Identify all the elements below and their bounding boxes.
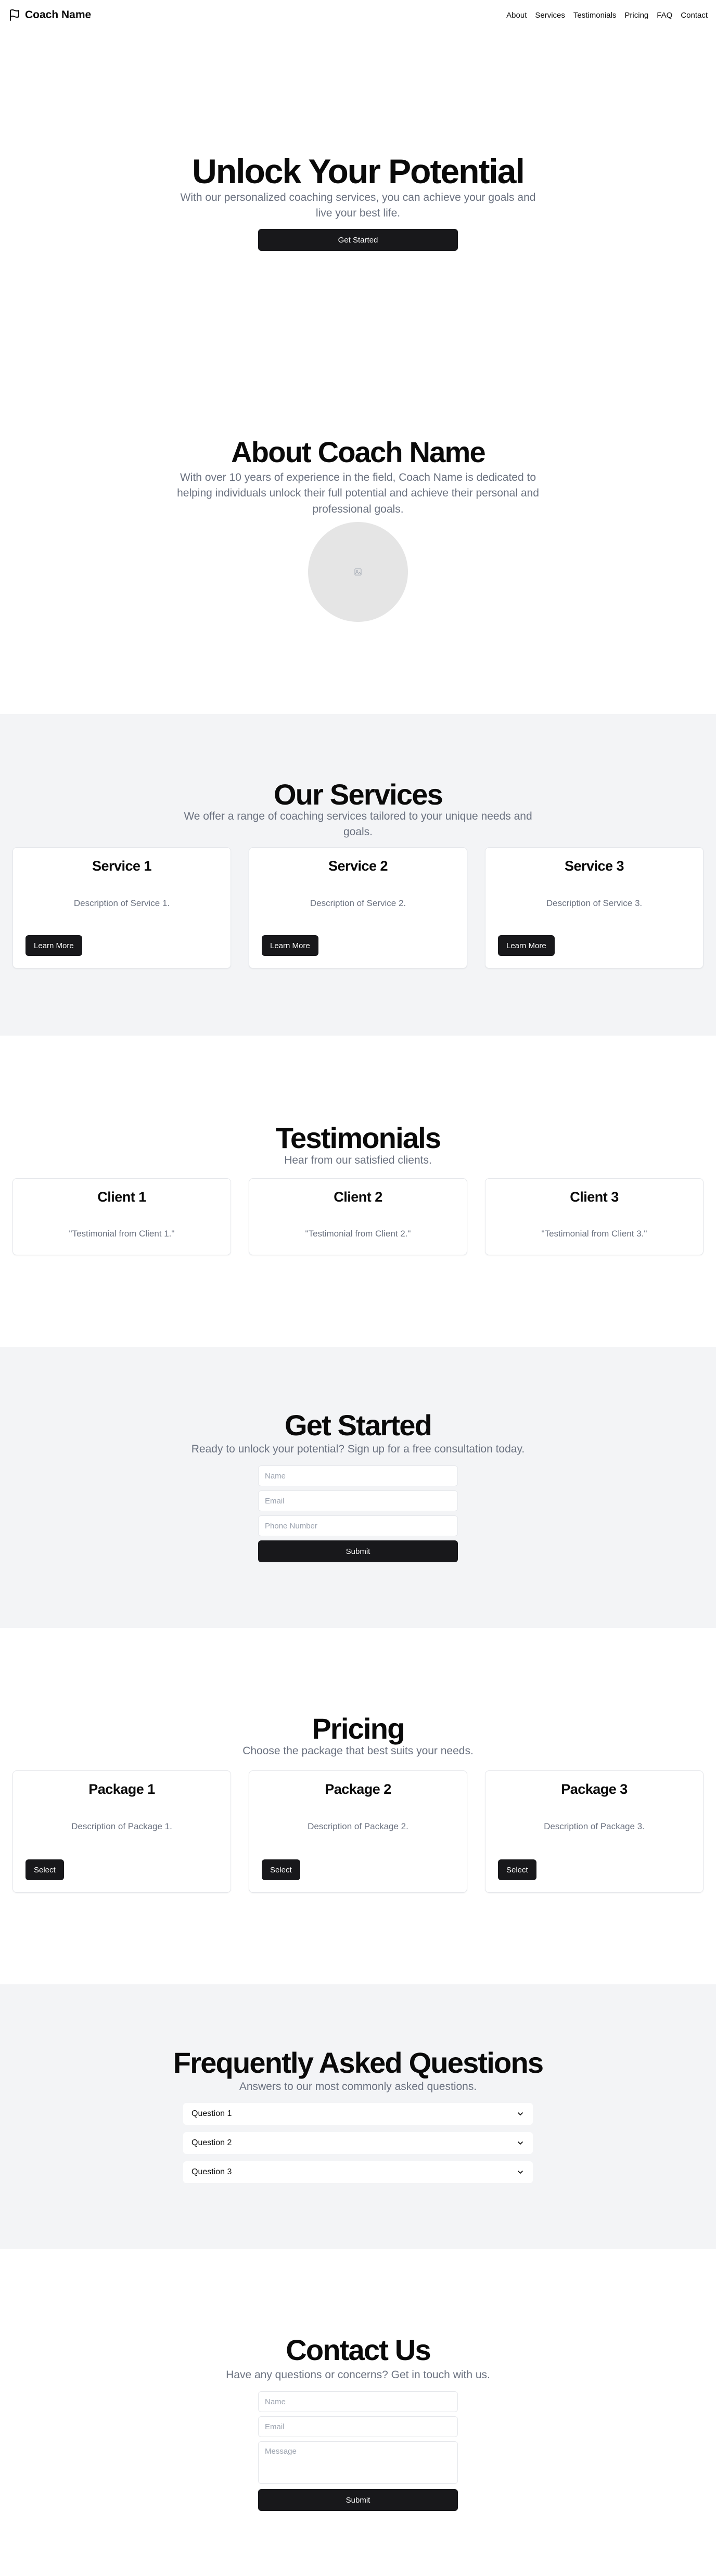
- pricing-card-title: Package 3: [561, 1781, 628, 1797]
- faq-item-3[interactable]: Question 3: [183, 2161, 533, 2183]
- hero-title: Unlock Your Potential: [192, 152, 525, 190]
- flag-icon: [10, 9, 19, 21]
- pricing-card-desc: Description of Package 1.: [71, 1821, 172, 1831]
- contact-title: Contact Us: [286, 2333, 431, 2366]
- faq-question: Question 1: [191, 2109, 232, 2118]
- services-subtitle: We offer a range of coaching services ta…: [184, 810, 532, 838]
- service-card: Service 1 Description of Service 1. Lear…: [12, 847, 231, 968]
- site-header: Coach Name About Services Testimonials P…: [0, 0, 716, 30]
- contact-submit-button[interactable]: Submit: [258, 2489, 458, 2511]
- faq-section: Frequently Asked Questions Answers to ou…: [0, 1984, 716, 2249]
- faq-question: Question 2: [191, 2138, 232, 2147]
- nav-services[interactable]: Services: [535, 11, 565, 20]
- faq-item-1[interactable]: Question 1: [183, 2103, 533, 2125]
- contact-section: Contact Us Have any questions or concern…: [0, 2249, 716, 2576]
- service-card-title: Service 1: [92, 858, 152, 874]
- select-button[interactable]: Select: [25, 1859, 64, 1880]
- faq-title: Frequently Asked Questions: [173, 2046, 544, 2079]
- testimonials-section: Testimonials Hear from our satisfied cli…: [0, 1036, 716, 1347]
- get-started-section: Get Started Ready to unlock your potenti…: [0, 1347, 716, 1628]
- submit-button[interactable]: Submit: [258, 1540, 458, 1562]
- select-button[interactable]: Select: [498, 1859, 536, 1880]
- about-title: About Coach Name: [231, 436, 486, 468]
- testimonial-quote: "Testimonial from Client 3.": [541, 1229, 647, 1239]
- testimonial-quote: "Testimonial from Client 2.": [305, 1229, 411, 1239]
- nav-testimonials[interactable]: Testimonials: [573, 11, 617, 20]
- get-started-title: Get Started: [284, 1409, 432, 1442]
- hero-section: Unlock Your Potential With our personali…: [0, 30, 716, 379]
- select-button[interactable]: Select: [262, 1859, 300, 1880]
- message-field[interactable]: [258, 2441, 458, 2484]
- get-started-button[interactable]: Get Started: [258, 229, 458, 251]
- pricing-title: Pricing: [312, 1712, 405, 1745]
- get-started-subtitle: Ready to unlock your potential? Sign up …: [191, 1443, 525, 1455]
- testimonial-quote: "Testimonial from Client 1.": [69, 1229, 175, 1239]
- nav-faq[interactable]: FAQ: [657, 11, 672, 20]
- testimonial-client-name: Client 1: [97, 1189, 146, 1205]
- pricing-section: Pricing Choose the package that best sui…: [0, 1628, 716, 1984]
- hero-subtitle: With our personalized coaching services,…: [180, 192, 536, 220]
- service-card-desc: Description of Service 3.: [546, 898, 643, 908]
- testimonial-client-name: Client 2: [334, 1189, 382, 1205]
- chevron-down-icon: [518, 2171, 523, 2174]
- pricing-subtitle: Choose the package that best suits your …: [242, 1745, 474, 1757]
- pricing-card: Package 3 Description of Package 3. Sele…: [485, 1770, 704, 1893]
- contact-subtitle: Have any questions or concerns? Get in t…: [226, 2369, 490, 2381]
- brand-name: Coach Name: [25, 9, 92, 21]
- service-card-title: Service 2: [328, 858, 388, 874]
- pricing-card: Package 2 Description of Package 2. Sele…: [249, 1770, 467, 1893]
- contact-email-field[interactable]: [258, 2416, 458, 2437]
- services-section: Our Services We offer a range of coachin…: [0, 714, 716, 1036]
- learn-more-button[interactable]: Learn More: [262, 935, 318, 956]
- contact-name-field[interactable]: [258, 2391, 458, 2412]
- service-card: Service 2 Description of Service 2. Lear…: [249, 847, 467, 968]
- testimonial-card: Client 3 "Testimonial from Client 3.": [485, 1178, 704, 1255]
- service-card: Service 3 Description of Service 3. Lear…: [485, 847, 704, 968]
- brand[interactable]: Coach Name: [8, 9, 91, 21]
- service-card-desc: Description of Service 2.: [310, 898, 406, 908]
- testimonial-card: Client 1 "Testimonial from Client 1.": [12, 1178, 231, 1255]
- chevron-down-icon: [518, 2141, 523, 2145]
- main-nav: About Services Testimonials Pricing FAQ …: [506, 11, 708, 20]
- email-field[interactable]: [258, 1490, 458, 1511]
- nav-contact[interactable]: Contact: [681, 11, 708, 20]
- pricing-card-title: Package 1: [88, 1781, 155, 1797]
- learn-more-button[interactable]: Learn More: [498, 935, 555, 956]
- faq-subtitle: Answers to our most commonly asked quest…: [239, 2081, 477, 2093]
- testimonial-card: Client 2 "Testimonial from Client 2.": [249, 1178, 467, 1255]
- testimonials-subtitle: Hear from our satisfied clients.: [284, 1154, 432, 1166]
- service-card-title: Service 3: [564, 858, 624, 874]
- pricing-card-title: Package 2: [325, 1781, 391, 1797]
- pricing-card-desc: Description of Package 3.: [544, 1821, 645, 1831]
- learn-more-button[interactable]: Learn More: [25, 935, 82, 956]
- name-field[interactable]: [258, 1465, 458, 1486]
- pricing-card-desc: Description of Package 2.: [308, 1821, 408, 1831]
- image-placeholder-icon: [354, 568, 362, 576]
- about-section: About Coach Name With over 10 years of e…: [0, 379, 716, 714]
- nav-pricing[interactable]: Pricing: [624, 11, 648, 20]
- phone-field[interactable]: [258, 1515, 458, 1536]
- service-card-desc: Description of Service 1.: [73, 898, 170, 908]
- faq-item-2[interactable]: Question 2: [183, 2132, 533, 2154]
- about-text: With over 10 years of experience in the …: [177, 471, 539, 515]
- chevron-down-icon: [518, 2112, 523, 2115]
- faq-question: Question 3: [191, 2167, 232, 2176]
- services-title: Our Services: [274, 778, 443, 811]
- pricing-card: Package 1 Description of Package 1. Sele…: [12, 1770, 231, 1893]
- avatar: [308, 522, 408, 622]
- nav-about[interactable]: About: [506, 11, 527, 20]
- testimonial-client-name: Client 3: [570, 1189, 619, 1205]
- testimonials-title: Testimonials: [275, 1121, 441, 1154]
